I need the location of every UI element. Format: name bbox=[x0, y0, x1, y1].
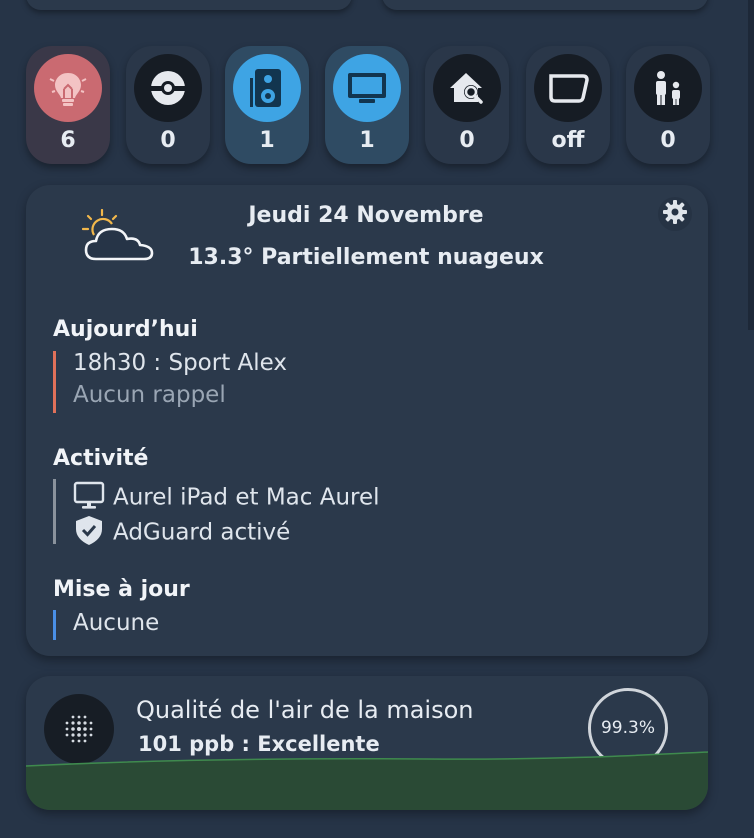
chip-home-search[interactable]: 0 bbox=[425, 46, 509, 164]
air-quality-card[interactable]: Qualité de l'air de la maison 101 ppb : … bbox=[26, 676, 708, 810]
activity-devices-line: Aurel iPad et Mac Aurel bbox=[73, 480, 380, 516]
settings-button[interactable] bbox=[658, 197, 692, 231]
chip-count: 0 bbox=[660, 128, 676, 153]
updates-title: Mise à jour bbox=[53, 577, 190, 602]
today-reminder: Aucun rappel bbox=[73, 382, 226, 408]
air-quality-graph bbox=[26, 751, 708, 810]
chip-count: off bbox=[551, 128, 585, 153]
activity-adguard-line: AdGuard activé bbox=[73, 514, 290, 552]
today-event: 18h30 : Sport Alex bbox=[73, 350, 288, 376]
weather-summary: 13.3° Partiellement nuageux bbox=[188, 245, 544, 270]
chip-lights[interactable]: 6 bbox=[26, 46, 110, 164]
activity-adguard: AdGuard activé bbox=[113, 519, 291, 546]
chip-count: 0 bbox=[160, 128, 176, 153]
top-card-left bbox=[26, 0, 352, 10]
air-quality-percent: 99.3% bbox=[600, 718, 655, 738]
chip-speakers[interactable]: 1 bbox=[225, 46, 309, 164]
shield-check-icon bbox=[73, 514, 105, 552]
today-accent-bar bbox=[53, 351, 56, 413]
gear-icon bbox=[662, 199, 688, 229]
today-title: Aujourd’hui bbox=[53, 317, 198, 342]
monitor-icon bbox=[333, 54, 401, 122]
speaker-icon bbox=[233, 54, 301, 122]
updates-accent-bar bbox=[53, 610, 56, 640]
chip-robot-vacuum[interactable]: 0 bbox=[126, 46, 210, 164]
chip-screens[interactable]: 1 bbox=[325, 46, 409, 164]
top-card-right bbox=[382, 0, 708, 10]
people-icon bbox=[634, 54, 702, 122]
chip-count: 1 bbox=[359, 128, 375, 153]
activity-accent-bar bbox=[53, 479, 56, 544]
chip-count: 1 bbox=[259, 128, 275, 153]
air-quality-title: Qualité de l'air de la maison bbox=[136, 696, 474, 724]
chip-count: 0 bbox=[459, 128, 475, 153]
scrollbar-edge[interactable] bbox=[748, 0, 754, 330]
chip-count: 6 bbox=[60, 128, 76, 153]
monitor-icon bbox=[73, 480, 105, 516]
activity-title: Activité bbox=[53, 446, 149, 471]
summary-card: Jeudi 24 Novembre 13.3° Partiellement nu… bbox=[26, 185, 708, 656]
activity-devices: Aurel iPad et Mac Aurel bbox=[113, 484, 380, 511]
device-chip-row: 6 0 1 1 0 off 0 bbox=[26, 46, 710, 166]
chip-people[interactable]: 0 bbox=[626, 46, 710, 164]
pokeball-icon bbox=[134, 54, 202, 122]
mirror-icon bbox=[534, 54, 602, 122]
lightbulb-icon bbox=[34, 54, 102, 122]
updates-value: Aucune bbox=[73, 610, 160, 636]
chip-mirror[interactable]: off bbox=[526, 46, 610, 164]
weather-date: Jeudi 24 Novembre bbox=[248, 203, 484, 228]
home-search-icon bbox=[433, 54, 501, 122]
